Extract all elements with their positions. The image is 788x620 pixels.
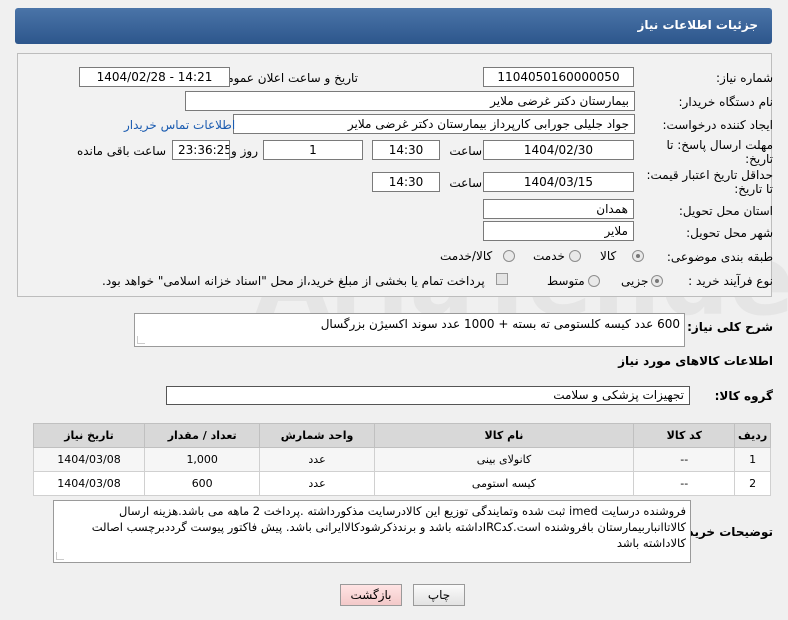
goods-table-header: ردیف کد کالا نام کالا واحد شمارش تعداد /… — [33, 423, 771, 448]
deadline-date-field: 1404/02/30 — [483, 140, 634, 160]
buyer-org-label: نام دستگاه خریدار: — [678, 95, 774, 109]
need-number-label: شماره نیاز: — [716, 71, 773, 85]
remaining-time-field: 23:36:25 — [172, 140, 230, 160]
resize-grip-icon[interactable] — [137, 336, 145, 344]
col-row: ردیف — [734, 423, 771, 448]
goods-group-field: تجهیزات پزشکی و سلامت — [166, 386, 690, 405]
deadline-label-date: تاریخ: — [745, 152, 773, 166]
cell-row: 1 — [734, 447, 771, 472]
city-label: شهر محل تحویل: — [686, 226, 773, 240]
cell-unit: عدد — [259, 471, 375, 496]
cell-code: -- — [633, 471, 736, 496]
category-option-goods-service: کالا/خدمت — [440, 249, 493, 263]
process-radio-minor[interactable] — [651, 275, 663, 287]
process-option-medium: متوسط — [547, 274, 585, 288]
goods-group-label: گروه کالا: — [714, 389, 773, 403]
deadline-label: مهلت ارسال پاسخ: تا — [666, 138, 773, 152]
page-header: جزئیات اطلاعات نیاز — [15, 8, 772, 44]
cell-name: کانولای بینی — [373, 447, 635, 472]
treasury-payment-checkbox[interactable] — [496, 273, 508, 285]
validity-label: حداقل تاریخ اعتبار قیمت: — [646, 168, 773, 182]
validity-time-field: 14:30 — [372, 172, 440, 192]
col-unit: واحد شمارش — [259, 423, 375, 448]
cell-code: -- — [633, 447, 736, 472]
validity-time-label: ساعت — [449, 176, 482, 190]
remaining-label: ساعت باقی مانده — [76, 144, 166, 158]
cell-qty: 1,000 — [143, 447, 261, 472]
goods-section-title: اطلاعات کالاهای مورد نیاز — [618, 354, 773, 368]
col-date: تاریخ نیاز — [33, 423, 145, 448]
col-qty: تعداد / مقدار — [143, 423, 261, 448]
back-button[interactable]: بازگشت — [340, 584, 402, 606]
cell-date: 1404/03/08 — [33, 471, 145, 496]
buyer-notes-text: فروشنده درسایت imed ثبت شده وتمایندگی تو… — [91, 504, 686, 550]
treasury-payment-note: پرداخت تمام یا بخشی از مبلغ خرید،از محل … — [102, 274, 485, 288]
buyer-notes-textarea: فروشنده درسایت imed ثبت شده وتمایندگی تو… — [53, 500, 691, 563]
col-code: کد کالا — [633, 423, 736, 448]
category-option-service: خدمت — [533, 249, 565, 263]
need-number-field: 1104050160000050 — [483, 67, 634, 87]
description-text: 600 عدد کیسه کلستومی ته بسته + 1000 عدد … — [320, 317, 680, 331]
table-row: 1 -- کانولای بینی عدد 1,000 1404/03/08 — [33, 447, 771, 472]
cell-date: 1404/03/08 — [33, 447, 145, 472]
validity-label-date: تا تاریخ: — [734, 182, 773, 196]
page-title: جزئیات اطلاعات نیاز — [637, 18, 758, 32]
category-radio-goods-service[interactable] — [503, 250, 515, 262]
print-button[interactable]: چاپ — [413, 584, 465, 606]
announce-label: تاریخ و ساعت اعلان عمومی: — [213, 71, 358, 85]
category-option-goods: کالا — [600, 249, 617, 263]
process-radio-medium[interactable] — [588, 275, 600, 287]
category-label: طبقه بندی موضوعی: — [666, 250, 773, 264]
process-label: نوع فرآیند خرید : — [688, 274, 773, 288]
description-label: شرح کلی نیاز: — [687, 320, 773, 334]
cell-row: 2 — [734, 471, 771, 496]
cell-unit: عدد — [259, 447, 375, 472]
creator-label: ایجاد کننده درخواست: — [662, 118, 773, 132]
deadline-time-label: ساعت — [449, 144, 482, 158]
city-field: ملایر — [483, 221, 634, 241]
cell-name: کیسه استومی — [373, 471, 635, 496]
province-label: استان محل تحویل: — [678, 204, 773, 218]
category-radio-goods[interactable] — [632, 250, 644, 262]
contact-info-link[interactable]: اطلاعات تماس خریدار — [124, 118, 235, 132]
col-name: نام کالا — [373, 423, 635, 448]
days-label: روز و — [231, 144, 258, 158]
announce-field: 1404/02/28 - 14:21 — [79, 67, 230, 87]
process-option-minor: جزیی — [621, 274, 649, 288]
category-radio-service[interactable] — [569, 250, 581, 262]
goods-table: ردیف کد کالا نام کالا واحد شمارش تعداد /… — [33, 423, 771, 496]
validity-date-field: 1404/03/15 — [483, 172, 634, 192]
description-textarea: 600 عدد کیسه کلستومی ته بسته + 1000 عدد … — [134, 313, 685, 347]
cell-qty: 600 — [143, 471, 261, 496]
deadline-time-field: 14:30 — [372, 140, 440, 160]
creator-field: جواد جلیلی جورابی کارپرداز بیمارستان دکت… — [233, 114, 635, 134]
days-field: 1 — [263, 140, 363, 160]
table-row: 2 -- کیسه استومی عدد 600 1404/03/08 — [33, 471, 771, 496]
buyer-org-field: بیمارستان دکتر غرضی ملایر — [185, 91, 635, 111]
resize-grip-icon[interactable] — [56, 552, 64, 560]
province-field: همدان — [483, 199, 634, 219]
